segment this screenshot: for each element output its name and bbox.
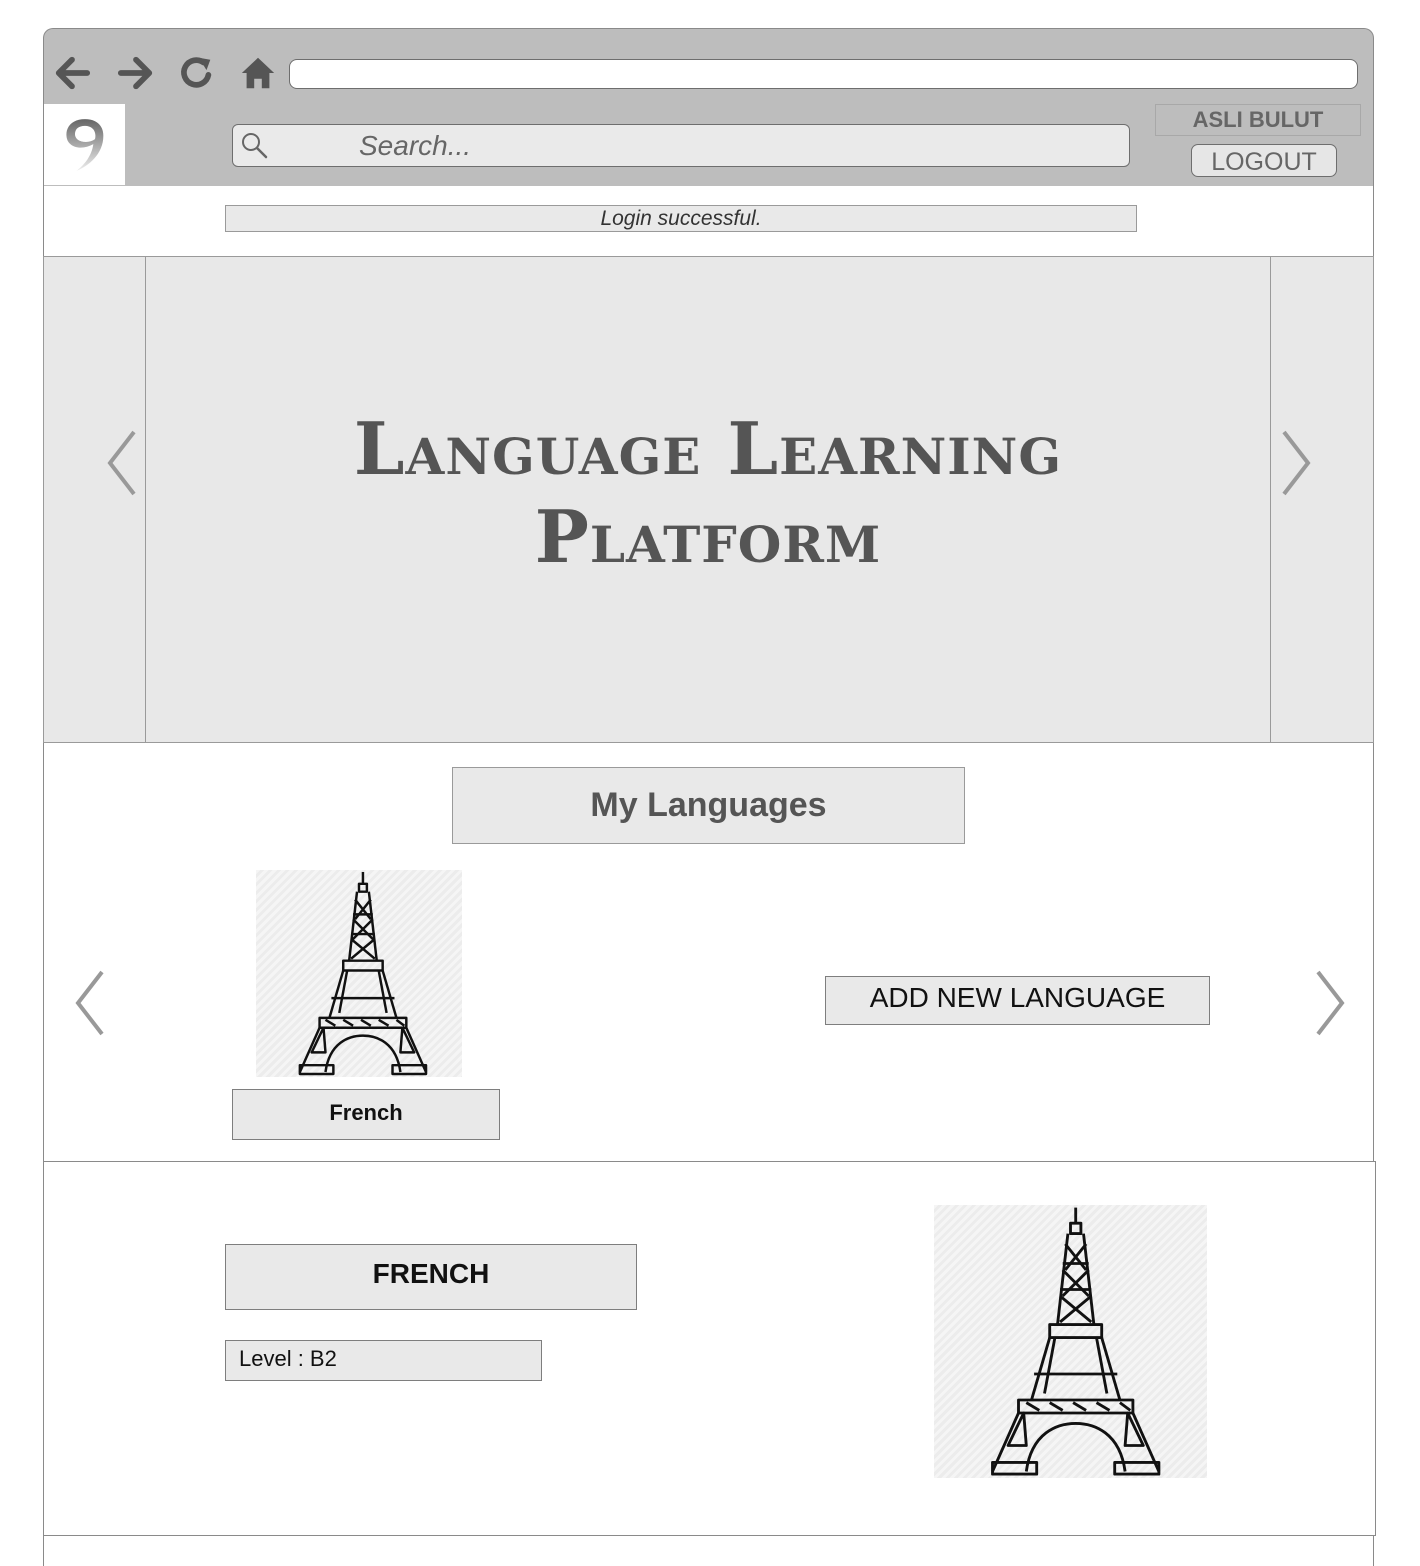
hero-next-button[interactable] [1274,428,1318,498]
back-button[interactable] [50,50,94,96]
language-card-french[interactable]: French [232,1089,500,1140]
address-bar[interactable] [289,59,1358,89]
forward-button[interactable] [114,50,158,96]
language-detail-image [934,1205,1207,1478]
arrow-left-icon [55,56,91,90]
logo-icon [65,118,103,171]
search-icon [238,129,270,161]
reload-icon [181,57,212,88]
user-name: ASLI BULUT [1155,104,1361,136]
chevron-right-icon [1316,970,1345,1036]
languages-prev-button[interactable] [68,968,112,1038]
chevron-left-icon [75,970,104,1036]
logout-button[interactable]: LOGOUT [1191,144,1337,177]
eiffel-tower-icon [991,1207,1161,1476]
language-level: Level : B2 [225,1340,542,1381]
chevron-left-icon [107,430,136,496]
eiffel-tower-icon [298,871,428,1076]
arrow-right-icon [117,56,153,90]
logo[interactable] [44,104,125,185]
my-languages-heading: My Languages [452,767,965,844]
home-icon [241,57,275,89]
hero-title: Language Learning Platform [160,405,1256,581]
reload-button[interactable] [175,50,219,96]
hero-title-line1: Language Learning [353,406,1063,491]
home-button[interactable] [236,50,280,96]
chevron-right-icon [1282,430,1311,496]
language-detail-title: FRENCH [225,1244,637,1310]
add-new-language-button[interactable]: ADD NEW LANGUAGE [825,976,1210,1025]
language-card-image[interactable] [256,870,462,1077]
hero-title-line2: Platform [534,494,882,579]
hero-divider-left [145,257,146,742]
search-placeholder: Search... [359,130,472,161]
status-message: Login successful. [225,205,1137,232]
languages-next-button[interactable] [1308,968,1352,1038]
hero-prev-button[interactable] [100,428,144,498]
hero-divider-right [1270,257,1271,742]
